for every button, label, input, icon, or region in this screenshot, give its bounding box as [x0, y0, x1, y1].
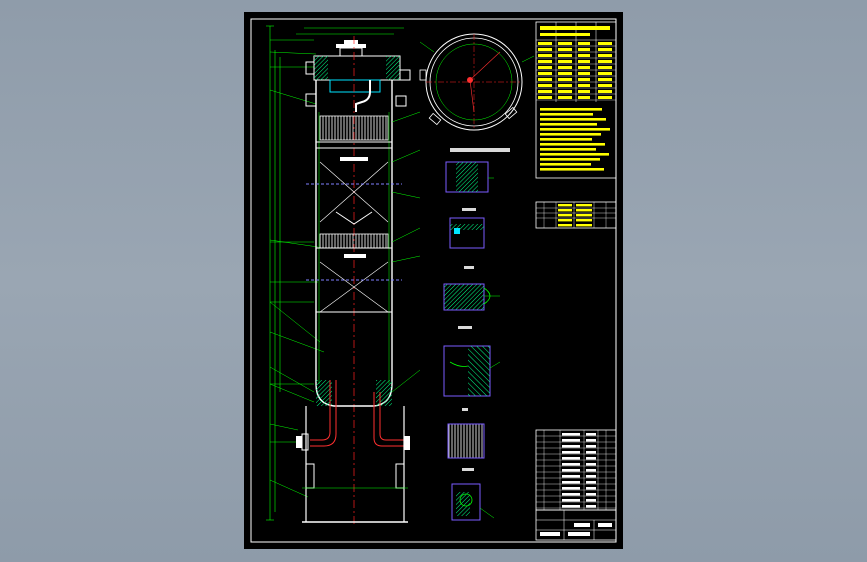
left-side-nozzle: [305, 93, 317, 107]
inlet-flange-left-2: [296, 436, 302, 448]
packing-bed-top: [319, 115, 389, 141]
nozzle-table: [535, 201, 617, 229]
top-head-section-right: [386, 56, 400, 80]
leader-lines-right: [391, 111, 421, 393]
right-side-nozzle: [395, 95, 407, 107]
inlet-flange-left: [301, 433, 309, 451]
top-flange: [336, 44, 366, 48]
left-top-nozzle: [305, 61, 315, 75]
bill-of-materials: [535, 429, 617, 511]
skirt-opening-right: [395, 463, 405, 489]
feed-pipe-top: [355, 80, 371, 112]
outlet-flange-right: [404, 436, 410, 450]
top-blind: [344, 40, 358, 44]
title-block: [535, 509, 617, 541]
detail-5: [447, 423, 485, 459]
bed-label-1: [340, 157, 368, 161]
bottom-head-section-right: [376, 380, 392, 406]
right-top-nozzle: [399, 69, 411, 81]
bed-label-2: [344, 254, 366, 258]
top-nozzle: [339, 47, 363, 57]
distributor-box: [329, 79, 381, 93]
drawing-sheet: [244, 12, 623, 549]
cad-drawing: [250, 18, 617, 543]
top-head-section-left: [314, 56, 328, 80]
detail-3: [443, 283, 485, 311]
column-elevation: [266, 25, 421, 524]
technical-data-table: [535, 21, 617, 179]
skirt-opening-left: [305, 463, 315, 489]
detail-views: [443, 148, 510, 521]
top-view: [419, 33, 535, 131]
